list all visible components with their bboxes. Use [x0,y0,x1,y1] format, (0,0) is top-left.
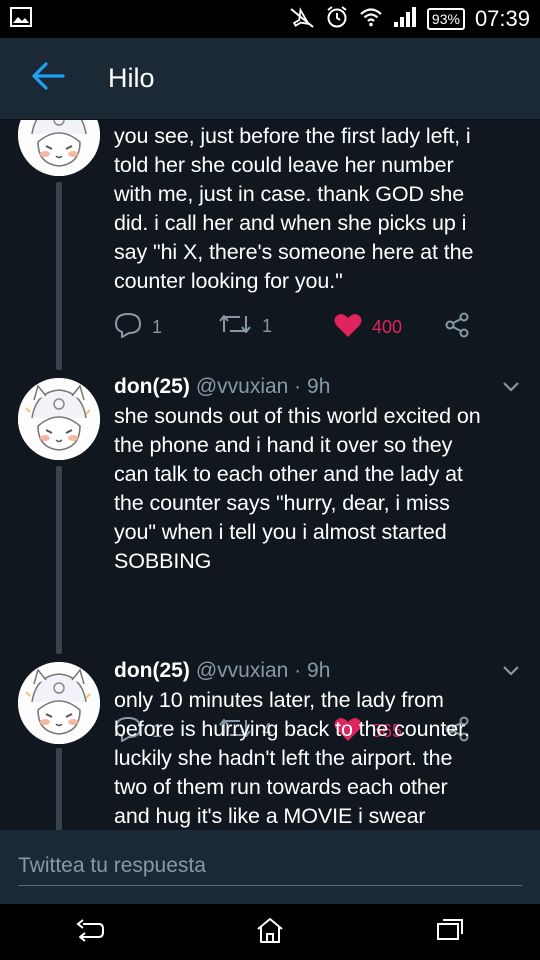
chevron-down-icon [502,375,520,399]
display-name[interactable]: don(25) [114,375,190,399]
nav-recents-icon [435,918,465,947]
signal-icon [393,6,417,33]
tweet-text: only 10 minutes later, the lady from bef… [114,688,470,828]
tweet-header: don(25) @vvuxian · 9h [114,372,524,402]
page-title: Hilo [108,63,155,93]
image-icon [10,6,32,32]
avatar[interactable] [18,662,100,744]
reply-icon [114,312,142,343]
status-bar: 93% 07:39 [0,0,540,38]
thread-connector [56,182,62,370]
like-button[interactable]: 400 [334,312,402,343]
thread-connector [56,466,62,654]
thread-connector [56,748,62,830]
mute-icon [289,5,315,34]
nav-recents-button[interactable] [410,904,490,960]
avatar[interactable] [18,120,100,176]
nav-back-icon [75,918,105,947]
chevron-down-icon [502,659,520,683]
alarm-icon [325,5,349,34]
battery-indicator: 93% [426,8,465,30]
handle-time: @vvuxian · 9h [195,659,331,682]
status-clock: 07:39 [474,6,530,31]
nav-home-button[interactable] [230,904,310,960]
nav-back-button[interactable] [50,904,130,960]
back-button[interactable] [0,38,96,120]
back-arrow-icon [31,61,65,96]
reply-count: 1 [152,317,163,337]
tweet-menu-button[interactable] [498,658,524,684]
retweet-count: 1 [262,316,273,336]
tweet-header: don(25) @vvuxian · 9h [114,656,524,686]
display-name[interactable]: don(25) [114,659,190,683]
like-count: 400 [372,317,403,337]
reply-bar [0,830,540,904]
retweet-button[interactable]: 1 [218,312,272,341]
share-icon [444,312,470,343]
nav-home-icon [255,916,285,949]
handle-time: @vvuxian · 9h [195,375,331,398]
share-button[interactable] [444,312,470,343]
avatar[interactable] [18,378,100,460]
tweet-text: you see, just before the first lady left… [114,124,474,293]
tweet-text: she sounds out of this world excited on … [114,404,481,573]
app-bar: Hilo [0,38,540,120]
tweet-actions: 1 1 400 [114,312,514,342]
tweet-menu-button[interactable] [498,374,524,400]
wifi-icon [359,7,383,32]
heart-icon [334,312,362,343]
system-nav-bar [0,904,540,960]
reply-button[interactable]: 1 [114,312,162,343]
thread-timeline[interactable]: you see, just before the first lady left… [0,120,540,830]
reply-input[interactable] [18,852,522,886]
retweet-icon [218,312,252,341]
